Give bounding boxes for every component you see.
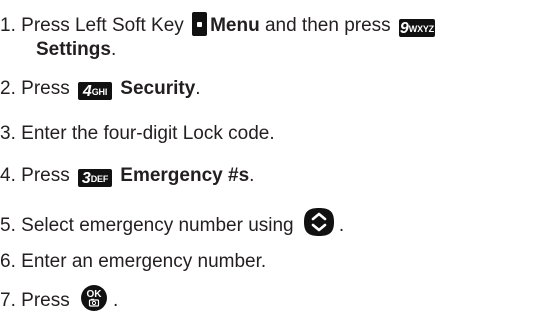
step-5: 5. Select emergency number using . xyxy=(0,207,344,243)
svg-text:OK: OK xyxy=(87,289,103,300)
step-text: Press xyxy=(21,78,70,99)
step-7: 7. Press OK . xyxy=(0,284,118,318)
step-text: Press xyxy=(21,165,70,186)
step-text: Press Left Soft Key xyxy=(21,15,184,36)
step-text: Enter the four-digit Lock code. xyxy=(21,123,275,144)
step-4: 4. Press 3DEF Emergency #s. xyxy=(0,165,255,187)
step-number: 2. xyxy=(0,78,16,99)
key-9-icon: 9WXYZ xyxy=(398,19,435,37)
menu-label: Menu xyxy=(210,15,260,36)
key-4-icon: 4GHI xyxy=(78,82,112,100)
step-number: 6. xyxy=(0,251,16,272)
step-number: 1. xyxy=(0,15,16,36)
step-number: 5. xyxy=(0,215,16,236)
step-2: 2. Press 4GHI Security. xyxy=(0,78,201,100)
ok-key-icon: OK xyxy=(79,284,109,318)
emergency-numbers-label: Emergency #s xyxy=(120,165,250,186)
key-3-icon: 3DEF xyxy=(78,169,112,187)
step-6: 6. Enter an emergency number. xyxy=(0,250,266,273)
navigation-key-icon xyxy=(303,207,335,243)
step-3: 3. Enter the four-digit Lock code. xyxy=(0,122,275,145)
step-number: 3. xyxy=(0,123,16,144)
step-1: 1. Press Left Soft Key Menu and then pre… xyxy=(0,12,438,37)
security-label: Security xyxy=(120,78,196,99)
step-text: Select emergency number using xyxy=(21,215,294,236)
step-number: 7. xyxy=(0,290,16,311)
step-text: and then press xyxy=(264,15,391,36)
step-number: 4. xyxy=(0,165,16,186)
step-1-continuation: Settings. xyxy=(36,39,117,60)
settings-label: Settings xyxy=(36,39,111,60)
instruction-steps: 1. Press Left Soft Key Menu and then pre… xyxy=(0,0,533,311)
left-soft-key-icon xyxy=(192,12,208,36)
step-text: Enter an emergency number. xyxy=(21,251,267,272)
